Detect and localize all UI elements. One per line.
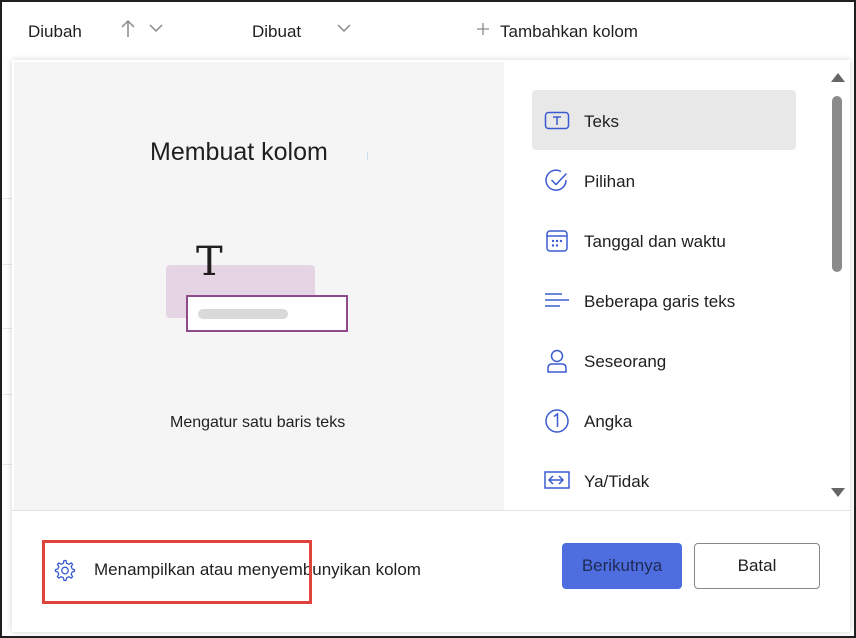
column-type-multiline-text[interactable]: Beberapa garis teks <box>532 270 796 330</box>
text-box-icon <box>544 111 570 130</box>
column-type-label: Beberapa garis teks <box>584 292 736 311</box>
vertical-scrollbar[interactable] <box>826 68 848 508</box>
create-column-panel: Membuat kolom T Mengatur satu baris teks… <box>12 60 850 632</box>
chevron-down-icon[interactable] <box>148 22 164 34</box>
yes-no-toggle-icon <box>544 471 570 489</box>
column-type-label: Angka <box>584 412 633 431</box>
panel-title: Membuat kolom <box>150 138 328 166</box>
illustration-textbox <box>186 295 348 332</box>
checkmark-circle-icon <box>545 169 568 191</box>
column-type-label: Pilihan <box>584 172 636 191</box>
column-type-preview: Membuat kolom T Mengatur satu baris teks <box>14 62 504 510</box>
scroll-down-arrow-icon[interactable] <box>831 488 845 497</box>
column-type-list: Teks Pilihan Tanggal dan waktu Beberapa … <box>532 90 798 510</box>
cancel-button[interactable]: Batal <box>694 543 820 589</box>
text-type-glyph: T <box>196 239 223 285</box>
person-icon <box>547 349 567 373</box>
next-button[interactable]: Berikutnya <box>562 543 682 589</box>
scroll-up-arrow-icon[interactable] <box>831 73 845 82</box>
add-column-button[interactable]: Tambahkan kolom <box>500 22 638 42</box>
column-type-text[interactable]: Teks <box>532 90 796 150</box>
illustration-placeholder-bar <box>198 309 288 319</box>
column-type-label: Seseorang <box>584 352 667 371</box>
chevron-down-icon[interactable] <box>336 22 352 34</box>
highlight-annotation <box>42 540 312 604</box>
column-type-label: Ya/Tidak <box>584 472 650 491</box>
column-type-person[interactable]: Seseorang <box>532 330 796 390</box>
text-caret <box>367 152 368 160</box>
scrollbar-thumb[interactable] <box>832 96 842 272</box>
app-frame: Diubah Dibuat Tambahkan kolom Membuat ko… <box>0 0 856 638</box>
number-circle-icon <box>545 409 569 433</box>
list-header: Diubah Dibuat Tambahkan kolom <box>2 2 854 58</box>
column-header-modified[interactable]: Diubah <box>28 22 82 42</box>
column-type-choice[interactable]: Pilihan <box>532 150 796 210</box>
calendar-icon <box>546 230 568 252</box>
column-type-number[interactable]: Angka <box>532 390 796 450</box>
column-type-yes-no[interactable]: Ya/Tidak <box>532 450 796 510</box>
multiline-text-icon <box>545 293 569 307</box>
column-type-date-time[interactable]: Tanggal dan waktu <box>532 210 796 270</box>
sort-ascending-icon[interactable] <box>120 19 136 39</box>
footer-divider <box>12 510 850 511</box>
column-header-created[interactable]: Dibuat <box>252 22 301 42</box>
preview-description: Mengatur satu baris teks <box>170 414 346 431</box>
column-type-label: Teks <box>584 112 619 131</box>
column-type-label: Tanggal dan waktu <box>584 232 726 251</box>
plus-icon[interactable] <box>476 22 490 36</box>
